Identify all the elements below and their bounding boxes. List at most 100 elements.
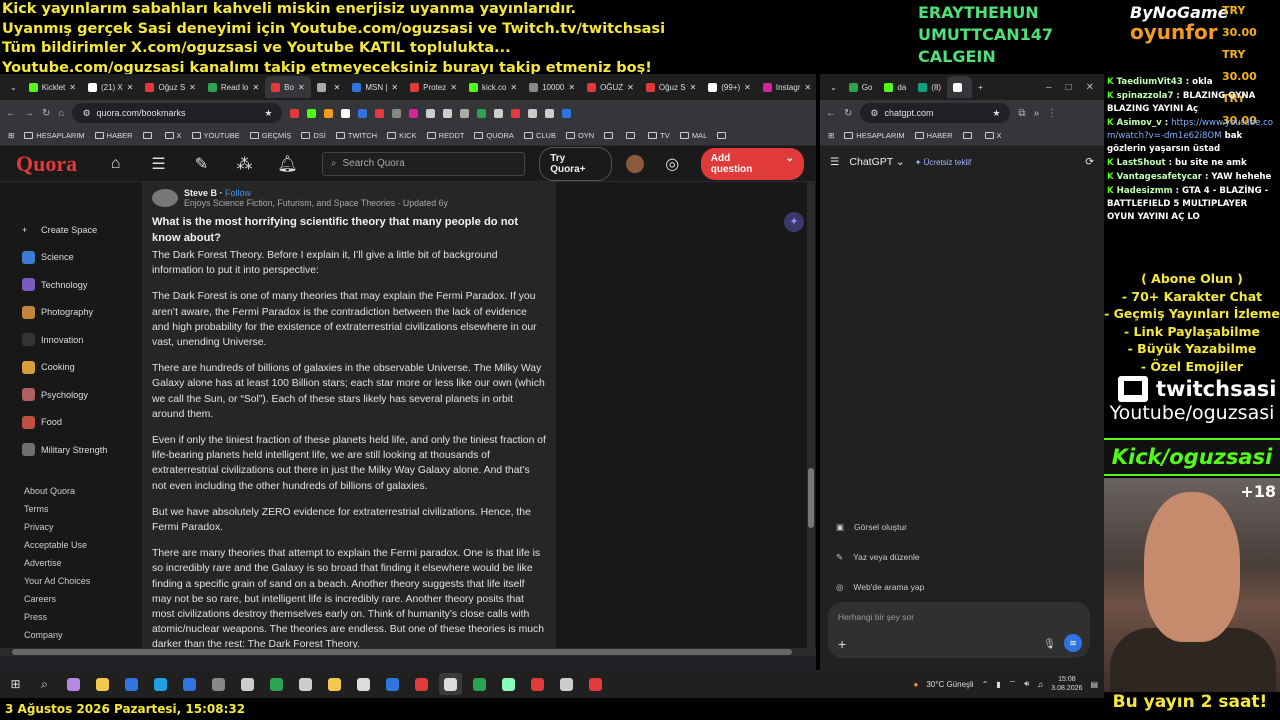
bookmark-item[interactable] <box>604 132 616 139</box>
bookmark-item[interactable]: OYN <box>565 131 594 140</box>
bookmark-item[interactable]: HABER <box>94 131 133 140</box>
taskbar-app-icon[interactable] <box>410 673 433 695</box>
quora-logo[interactable]: Quora <box>16 151 77 177</box>
weather-text[interactable]: 30°C Güneşli <box>926 680 973 689</box>
maximize-icon[interactable]: □ <box>1066 82 1072 93</box>
browser-tab[interactable]: Go <box>843 76 879 98</box>
bookmark-item[interactable]: REDDT <box>426 131 464 140</box>
taskbar-app-icon[interactable] <box>62 673 85 695</box>
new-tab-button[interactable]: + <box>972 76 989 98</box>
footer-link[interactable]: Careers <box>24 594 90 612</box>
more-icon[interactable]: » <box>1034 108 1040 119</box>
clock[interactable]: 15:08 3.08.2026 <box>1051 675 1082 693</box>
model-selector[interactable]: ChatGPT ⌄ <box>849 156 904 168</box>
close-tab-icon[interactable]: ✕ <box>627 83 634 92</box>
browser-tab[interactable]: Read lo ✕ <box>202 76 265 98</box>
taskbar-app-icon[interactable] <box>584 673 607 695</box>
browser-tab[interactable]: ✕ <box>311 76 347 98</box>
avatar[interactable] <box>626 154 644 173</box>
close-tab-icon[interactable]: ✕ <box>744 83 751 92</box>
ai-assistant-icon[interactable]: ✦ <box>784 212 804 232</box>
taskbar-app-icon[interactable] <box>294 673 317 695</box>
extension-icon[interactable] <box>290 108 300 118</box>
sidebar-item[interactable]: Food <box>22 409 142 437</box>
sidebar-item[interactable]: Psychology <box>22 381 142 409</box>
try-quora-plus-button[interactable]: Try Quora+ <box>539 146 613 181</box>
close-tab-icon[interactable]: ✕ <box>334 83 341 92</box>
author-avatar[interactable] <box>152 189 178 207</box>
taskbar-app-icon[interactable] <box>526 673 549 695</box>
suggestion-write[interactable]: ✎ Yaz veya düzenle <box>836 542 924 572</box>
bookmark-item[interactable]: QUORA <box>474 131 514 140</box>
author-name[interactable]: Steve B <box>184 188 217 198</box>
voice-mode-icon[interactable]: ≋ <box>1064 634 1082 652</box>
sidebar-item[interactable]: + Create Space <box>22 216 142 244</box>
browser-tab[interactable]: MSN | ✕ <box>346 76 404 98</box>
browser-tab[interactable]: Bo ✕ <box>265 76 311 98</box>
close-tab-icon[interactable]: ✕ <box>804 83 811 92</box>
home-icon[interactable]: ⌂ <box>58 108 64 119</box>
bookmark-item[interactable]: CLUB <box>523 131 556 140</box>
search-input[interactable]: ⌕ Search Quora <box>321 151 526 176</box>
chat-username[interactable]: Asimov_v <box>1117 118 1162 128</box>
site-info-icon[interactable]: ⚙ <box>82 108 90 119</box>
attach-plus-icon[interactable]: + <box>838 636 846 652</box>
follow-link[interactable]: Follow <box>225 188 251 198</box>
battery-icon[interactable]: ▮ <box>996 680 1000 689</box>
bookmark-item[interactable] <box>962 132 975 139</box>
extension-icon[interactable] <box>324 108 334 118</box>
chat-username[interactable]: LastShout <box>1117 158 1166 168</box>
taskbar-app-icon[interactable] <box>381 673 404 695</box>
bookmark-item[interactable]: TWITCH <box>335 131 377 140</box>
bookmark-item[interactable] <box>142 132 155 139</box>
add-question-button[interactable]: Add question ⌄ <box>700 147 804 180</box>
browser-tab[interactable]: 10000 ✕ <box>523 76 581 98</box>
footer-link[interactable]: Your Ad Choices <box>24 576 90 594</box>
taskbar-app-icon[interactable] <box>120 673 143 695</box>
extension-icon[interactable] <box>307 108 317 118</box>
weather-icon[interactable]: ● <box>914 680 919 689</box>
footer-link[interactable]: Terms <box>24 504 90 522</box>
taskbar-app-icon[interactable] <box>323 673 346 695</box>
taskbar-app-icon[interactable] <box>207 673 230 695</box>
bookmark-item[interactable]: TV <box>648 131 670 140</box>
sidebar-item[interactable]: Technology <box>22 271 142 299</box>
chat-username[interactable]: spinazzola7 <box>1117 91 1174 101</box>
bookmark-item[interactable]: HABER <box>914 131 953 140</box>
extension-icon[interactable] <box>392 108 402 118</box>
home-icon[interactable]: ⌂ <box>101 155 130 173</box>
bookmark-item[interactable]: MAL <box>679 131 707 140</box>
footer-link[interactable]: Privacy <box>24 522 90 540</box>
reload-icon[interactable]: ↻ <box>42 108 50 119</box>
tab-search-icon[interactable]: ⌄ <box>4 76 23 98</box>
address-bar[interactable]: ⚙ chatgpt.com ★ <box>860 103 1011 123</box>
reload-icon[interactable]: ↻ <box>844 108 852 119</box>
bookmark-item[interactable]: X <box>164 131 182 140</box>
close-tab-icon[interactable]: ✕ <box>450 83 457 92</box>
close-tab-icon[interactable]: ✕ <box>127 83 134 92</box>
address-bar[interactable]: ⚙ quora.com/bookmarks ★ <box>72 103 283 123</box>
sound-icon[interactable]: ♫ <box>1037 680 1043 689</box>
browser-tab[interactable]: kick.co ✕ <box>463 76 523 98</box>
search-icon[interactable]: ⌕ <box>33 673 56 695</box>
spaces-icon[interactable]: ⁂ <box>230 154 259 174</box>
forward-icon[interactable]: → <box>24 108 34 119</box>
browser-tab[interactable]: OĞUZ ✕ <box>581 76 640 98</box>
footer-link[interactable]: Acceptable Use <box>24 540 90 558</box>
taskbar-app-icon[interactable] <box>265 673 288 695</box>
close-tab-icon[interactable]: ✕ <box>189 83 196 92</box>
close-tab-icon[interactable]: ✕ <box>298 83 305 92</box>
bookmark-item[interactable]: HESAPLARIM <box>24 131 85 140</box>
browser-tab[interactable]: Instagr ✕ <box>757 76 816 98</box>
notifications-icon[interactable]: 🔔︎ <box>273 154 302 174</box>
chat-username[interactable]: Vantagesafetycar <box>1117 172 1202 182</box>
taskbar-app-icon[interactable] <box>236 673 259 695</box>
close-tab-icon[interactable]: ✕ <box>690 83 697 92</box>
taskbar-app-icon[interactable] <box>468 673 491 695</box>
chat-username[interactable]: Hadesizmm <box>1117 186 1173 196</box>
suggestion-web-search[interactable]: ◎ Web'de arama yap <box>836 572 924 602</box>
close-icon[interactable]: ✕ <box>1086 82 1094 93</box>
sidebar-item[interactable]: Innovation <box>22 326 142 354</box>
prompt-input[interactable]: Herhangi bir şey sor + 🎙︎ ≋ <box>828 602 1090 658</box>
bookmark-item[interactable] <box>626 132 638 139</box>
